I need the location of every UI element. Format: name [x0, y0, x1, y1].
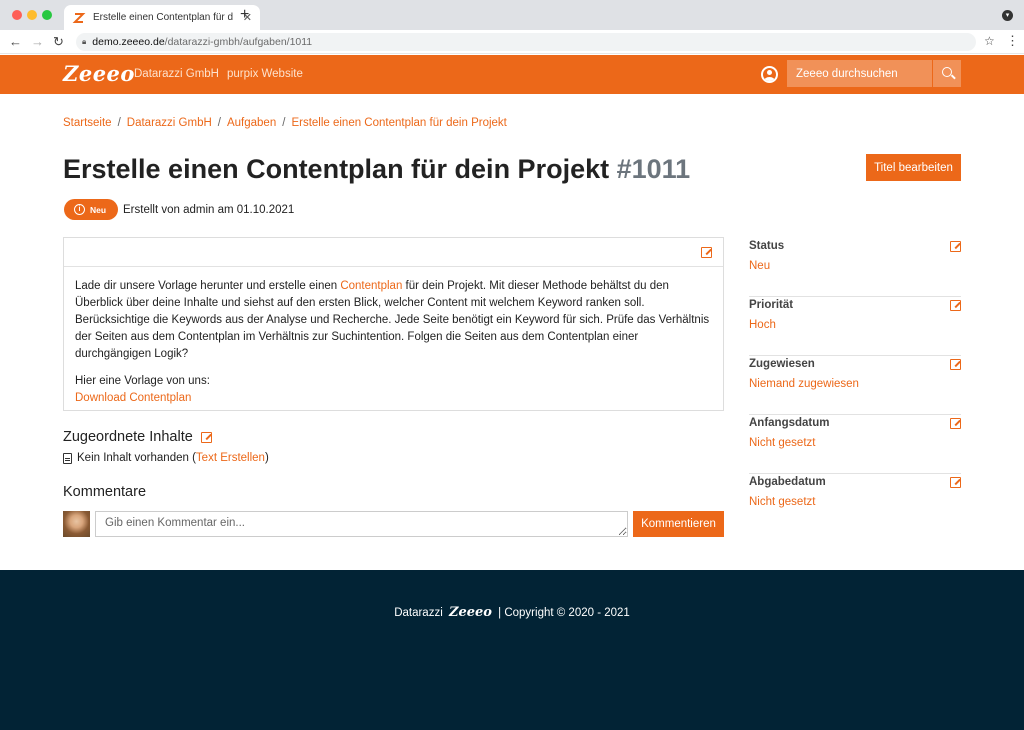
browser-toolbar: ← → ↻ 🔒︎ demo.zeeeo.de/datarazzi-gmbh/au… [0, 30, 1024, 54]
sidebar-value-prioritaet[interactable]: Hoch [749, 319, 776, 331]
breadcrumb-separator: / [282, 117, 286, 129]
kommentieren-button[interactable]: Kommentieren [633, 511, 724, 537]
inhalte-empty-state: Kein Inhalt vorhanden (Text Erstellen) [63, 452, 269, 464]
browser-profile-icon[interactable]: ▾ [1002, 10, 1013, 21]
breadcrumb-datarazzi-gmbh[interactable]: Datarazzi GmbH [127, 117, 212, 129]
sidebar-value-zugewiesen[interactable]: Niemand zugewiesen [749, 378, 859, 390]
sidebar-label: Priorität [749, 299, 794, 311]
zugeordnete-inhalte-label: Zugeordnete Inhalte [63, 429, 193, 445]
status-badge-label: Neu [90, 204, 107, 215]
sidebar-item-anfangsdatum: Anfangsdatum Nicht gesetzt [749, 415, 961, 474]
edit-prioritaet-icon[interactable] [950, 300, 961, 311]
site-search-input[interactable] [787, 60, 932, 87]
nav-datarazzi-gmbh[interactable]: Datarazzi GmbH [134, 68, 219, 80]
text-erstellen-link[interactable]: Text Erstellen [196, 452, 265, 464]
breadcrumb-separator: / [117, 117, 121, 129]
footer-logo: Zeeeo [448, 605, 492, 620]
browser-window: { "browser": { "tab_title": "Erstelle ei… [0, 0, 1024, 730]
browser-tab-active[interactable]: Erstelle einen Contentplan für d ✕ [64, 5, 260, 30]
kein-inhalt-text: Kein Inhalt vorhanden ( [77, 452, 196, 464]
forward-arrow-icon[interactable]: → [31, 34, 44, 50]
breadcrumb-current-task[interactable]: Erstelle einen Contentplan für dein Proj… [291, 117, 506, 129]
contentplan-link[interactable]: Contentplan [340, 280, 402, 292]
footer-copyright: | Copyright © 2020 - 2021 [498, 607, 630, 619]
nav-purpix-website[interactable]: purpix Website [227, 68, 303, 80]
edit-status-icon[interactable] [950, 241, 961, 252]
zugeordnete-inhalte-heading: Zugeordnete Inhalte [63, 429, 212, 445]
new-tab-icon[interactable]: + [240, 7, 249, 23]
download-contentplan-link[interactable]: Download Contentplan [75, 392, 191, 404]
sidebar-item-prioritaet: Priorität Hoch [749, 297, 961, 356]
window-minimize-dot[interactable] [27, 10, 37, 20]
url-host: demo.zeeeo.de [92, 36, 165, 48]
close-paren: ) [264, 452, 269, 464]
back-arrow-icon[interactable]: ← [9, 34, 22, 50]
url-path: /datarazzi-gmbh/aufgaben/1011 [164, 36, 313, 48]
edit-zugewiesen-icon[interactable] [950, 359, 961, 370]
task-number: #1011 [616, 154, 691, 184]
sidebar-item-zugewiesen: Zugewiesen Niemand zugewiesen [749, 356, 961, 415]
description-card-header [64, 238, 723, 267]
avatar [63, 511, 90, 537]
vorlage-text: Hier eine Vorlage von uns: [75, 375, 210, 387]
breadcrumb: Startseite / Datarazzi GmbH / Aufgaben / Erste… [63, 117, 507, 129]
edit-anfangsdatum-icon[interactable] [950, 418, 961, 429]
zeeeo-logo[interactable]: Zeeeo [63, 61, 135, 86]
window-close-dot[interactable] [12, 10, 22, 20]
edit-description-icon[interactable] [701, 247, 712, 258]
sidebar-value-abgabedatum[interactable]: Nicht gesetzt [749, 496, 815, 508]
info-icon: i [74, 204, 85, 215]
sidebar-item-abgabedatum: Abgabedatum Nicht gesetzt [749, 474, 961, 533]
task-title: Erstelle einen Contentplan für dein Proj… [63, 154, 610, 184]
document-icon [63, 452, 72, 464]
description-text: Lade dir unsere Vorlage herunter und ers… [75, 280, 341, 292]
zeeeo-favicon-icon [72, 12, 86, 23]
sidebar-label: Zugewiesen [749, 358, 815, 370]
sidebar-value-status[interactable]: Neu [749, 260, 770, 272]
user-account-icon[interactable] [761, 66, 778, 83]
kommentare-heading: Kommentare [63, 484, 147, 500]
footer-text: Datarazzi Zeeeo | Copyright © 2020 - 202… [0, 605, 1024, 620]
reload-icon[interactable]: ↻ [53, 34, 64, 50]
description-text-continued: für dein Projekt. Mit dieser Methode beh… [75, 280, 710, 360]
comment-input[interactable] [95, 511, 628, 537]
tab-title: Erstelle einen Contentplan für d [93, 12, 234, 23]
breadcrumb-startseite[interactable]: Startseite [63, 117, 112, 129]
breadcrumb-aufgaben[interactable]: Aufgaben [227, 117, 276, 129]
edit-title-button[interactable]: Titel bearbeiten [866, 154, 961, 181]
created-by-text: Erstellt von admin am 01.10.2021 [123, 204, 295, 216]
sidebar-item-status: Status Neu [749, 238, 961, 297]
edit-inhalte-icon[interactable] [200, 431, 212, 443]
search-icon[interactable] [932, 60, 961, 87]
window-maximize-dot[interactable] [42, 10, 52, 20]
page-title: Erstelle einen Contentplan für dein Proj… [63, 154, 690, 185]
sidebar-label: Anfangsdatum [749, 417, 830, 429]
bookmark-star-icon[interactable]: ☆ [984, 34, 995, 48]
sidebar-value-anfangsdatum[interactable]: Nicht gesetzt [749, 437, 815, 449]
description-body: Lade dir unsere Vorlage herunter und ers… [64, 267, 723, 407]
browser-tabstrip: Erstelle einen Contentplan für d ✕ + ▾ [0, 0, 1024, 30]
address-bar[interactable]: 🔒︎ demo.zeeeo.de/datarazzi-gmbh/aufgaben… [76, 33, 976, 51]
sidebar-label: Status [749, 240, 785, 252]
status-badge: i Neu [64, 199, 118, 220]
breadcrumb-separator: / [217, 117, 221, 129]
edit-abgabedatum-icon[interactable] [950, 477, 961, 488]
site-footer: Datarazzi Zeeeo | Copyright © 2020 - 202… [0, 570, 1024, 730]
description-paragraph: Lade dir unsere Vorlage herunter und ers… [75, 278, 712, 363]
lock-icon: 🔒︎ [82, 37, 87, 46]
footer-company: Datarazzi [394, 607, 443, 619]
sidebar-label: Abgabedatum [749, 476, 826, 488]
browser-menu-icon[interactable]: ⋮ [1006, 33, 1019, 49]
description-card: Lade dir unsere Vorlage herunter und ers… [63, 237, 724, 411]
